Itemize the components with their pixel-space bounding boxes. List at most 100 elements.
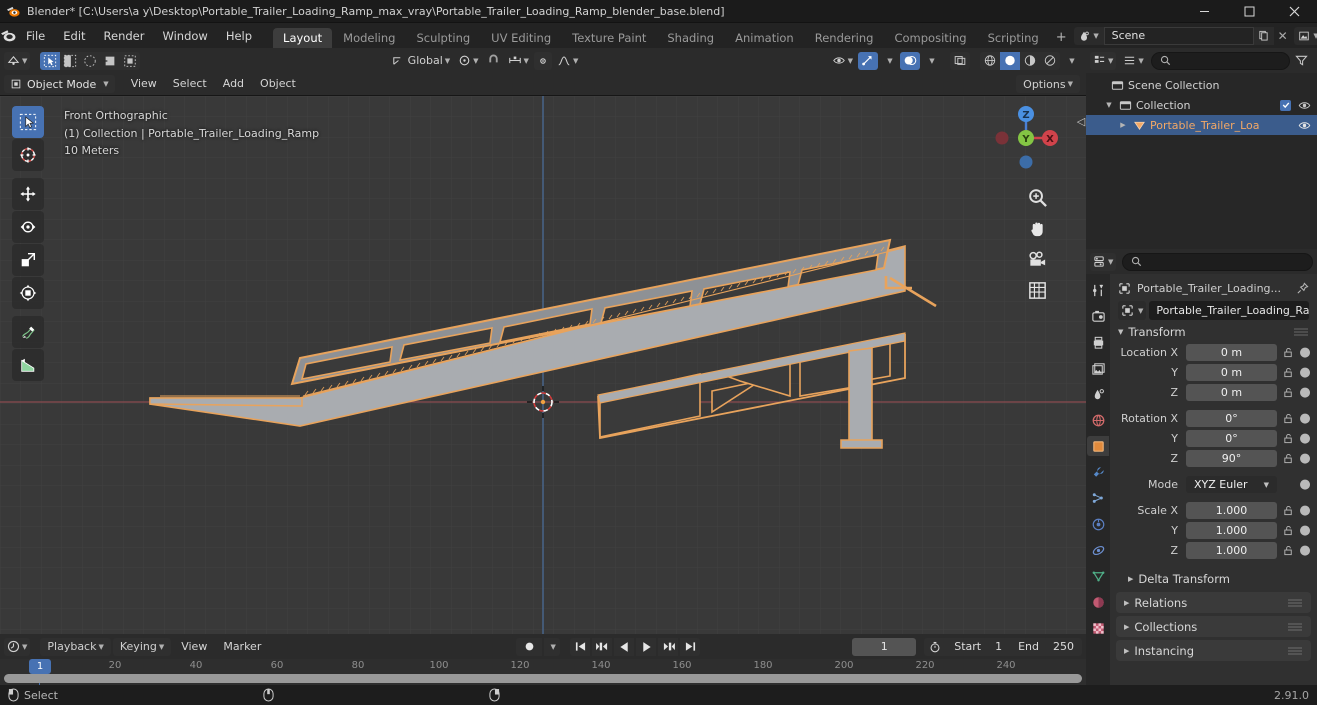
- properties-tab-material[interactable]: [1087, 592, 1109, 612]
- rotation-x-input[interactable]: 0°: [1186, 410, 1277, 427]
- sidebar-expand-arrow[interactable]: ◁: [1076, 110, 1086, 132]
- timeline-horizontal-scrollbar[interactable]: [4, 674, 1082, 683]
- lock-icon[interactable]: [1281, 413, 1295, 424]
- select-mode-tweak[interactable]: [40, 51, 61, 70]
- maximize-button[interactable]: [1227, 0, 1272, 23]
- outliner-editor-type-icon[interactable]: ▼: [1090, 51, 1117, 70]
- overlays-dropdown[interactable]: ▼: [922, 52, 940, 70]
- lock-icon[interactable]: [1281, 545, 1295, 556]
- menu-render[interactable]: Render: [95, 23, 154, 48]
- close-button[interactable]: [1272, 0, 1317, 23]
- outliner-filter-icon[interactable]: [1292, 52, 1311, 70]
- rotate-tool[interactable]: [12, 211, 44, 243]
- eye-icon[interactable]: [1298, 100, 1311, 111]
- properties-tab-tool[interactable]: [1087, 280, 1109, 300]
- tab-sculpting[interactable]: Sculpting: [406, 28, 480, 48]
- scale-z-input[interactable]: 1.000: [1186, 542, 1277, 559]
- menu-edit[interactable]: Edit: [54, 23, 94, 48]
- outliner-row-portable-trailer-loading-ramp[interactable]: ▶ Portable_Trailer_Loa: [1086, 115, 1317, 135]
- cursor-tool[interactable]: [12, 139, 44, 171]
- measure-tool[interactable]: [12, 349, 44, 381]
- scale-x-input[interactable]: 1.000: [1186, 502, 1277, 519]
- xray-toggle[interactable]: [950, 51, 970, 70]
- panel-collapse-triangle-icon[interactable]: ▼: [1118, 328, 1123, 336]
- select-mode-circle[interactable]: [80, 51, 101, 70]
- jump-to-next-keyframe-button[interactable]: [658, 637, 679, 656]
- 3d-viewport[interactable]: Front Orthographic (1) Collection | Port…: [0, 48, 1086, 634]
- properties-editor[interactable]: ▼ Portable_Trailer_Loading... ▼ Portable…: [1086, 249, 1317, 685]
- tab-animation[interactable]: Animation: [725, 28, 804, 48]
- properties-tab-scene[interactable]: [1087, 384, 1109, 404]
- use-preview-range-icon[interactable]: [924, 641, 946, 653]
- new-scene-button[interactable]: [1253, 26, 1274, 45]
- jump-to-start-button[interactable]: [570, 637, 591, 656]
- proportional-editing-toggle[interactable]: [533, 51, 552, 70]
- menu-help[interactable]: Help: [217, 23, 261, 48]
- timeline-menu-view[interactable]: View: [173, 636, 215, 658]
- properties-tab-physics[interactable]: [1087, 514, 1109, 534]
- timeline-playback-dropdown[interactable]: Playback ▼: [40, 637, 111, 656]
- panel-expand-triangle-icon[interactable]: ▶: [1124, 599, 1129, 607]
- lock-icon[interactable]: [1281, 387, 1295, 398]
- expand-triangle-icon[interactable]: ▶: [1116, 121, 1130, 129]
- collections-panel-header[interactable]: ▶ Collections: [1116, 616, 1311, 637]
- jump-to-previous-keyframe-button[interactable]: [592, 637, 613, 656]
- properties-tab-render[interactable]: [1087, 306, 1109, 326]
- menu-file[interactable]: File: [17, 23, 54, 48]
- eye-icon[interactable]: [1298, 120, 1311, 131]
- outliner-editor[interactable]: ▼ ▼ Scene Collection ▼ Collection ▶ Port…: [1086, 48, 1317, 249]
- end-frame-input[interactable]: End 250: [1010, 638, 1082, 656]
- rotation-mode-dropdown[interactable]: XYZ Euler ▼: [1186, 476, 1277, 493]
- tab-rendering[interactable]: Rendering: [805, 28, 884, 48]
- tab-scripting[interactable]: Scripting: [978, 28, 1049, 48]
- pin-icon[interactable]: [1296, 281, 1309, 295]
- object-mode-dropdown[interactable]: Object Mode ▼: [4, 75, 115, 93]
- gizmo-toggle[interactable]: [858, 51, 878, 70]
- transform-tool[interactable]: [12, 277, 44, 309]
- object-name-field[interactable]: Portable_Trailer_Loading_Ra...: [1149, 301, 1309, 320]
- timeline-menu-marker[interactable]: Marker: [215, 636, 269, 658]
- play-button[interactable]: [636, 637, 657, 656]
- pan-hand-icon[interactable]: [1026, 217, 1048, 239]
- auto-keying-toggle[interactable]: [516, 637, 543, 656]
- shading-dropdown[interactable]: ▼: [1062, 52, 1080, 70]
- navigation-gizmo[interactable]: Z X Y: [988, 100, 1064, 176]
- snap-magnet-toggle[interactable]: [484, 52, 503, 70]
- tab-shading[interactable]: Shading: [657, 28, 724, 48]
- timeline-ruler[interactable]: 20 40 60 80 100 120 140 160 180 200 220 …: [0, 659, 1086, 685]
- select-box-tool[interactable]: [12, 106, 44, 138]
- zoom-icon[interactable]: [1026, 186, 1048, 208]
- panel-expand-triangle-icon[interactable]: ▶: [1128, 575, 1133, 583]
- camera-icon[interactable]: [1026, 248, 1048, 270]
- instancing-panel-header[interactable]: ▶ Instancing: [1116, 640, 1311, 661]
- gizmo-dropdown[interactable]: ▼: [880, 52, 898, 70]
- annotate-tool[interactable]: [12, 316, 44, 348]
- lock-icon[interactable]: [1281, 367, 1295, 378]
- tab-layout[interactable]: Layout: [273, 28, 333, 48]
- location-x-input[interactable]: 0 m: [1186, 344, 1277, 361]
- properties-tab-particles[interactable]: [1087, 488, 1109, 508]
- editor-type-icon[interactable]: ▼: [4, 51, 31, 70]
- shading-wireframe[interactable]: [980, 51, 1000, 70]
- viewport-menu-add[interactable]: Add: [215, 73, 252, 95]
- select-mode-box[interactable]: [60, 51, 81, 70]
- timeline-editor-type-icon[interactable]: ▼: [4, 637, 31, 656]
- lock-icon[interactable]: [1281, 505, 1295, 516]
- checkbox-icon[interactable]: [1280, 99, 1291, 111]
- properties-tab-constraints[interactable]: [1087, 540, 1109, 560]
- scene-name-field[interactable]: Scene: [1103, 26, 1254, 45]
- overlays-toggle[interactable]: [900, 51, 920, 70]
- move-tool[interactable]: [12, 178, 44, 210]
- select-mode-lasso[interactable]: [100, 51, 121, 70]
- timeline-keying-dropdown[interactable]: Keying ▼: [112, 637, 172, 656]
- object-data-picker[interactable]: ▼: [1118, 301, 1147, 320]
- proportional-falloff-dropdown[interactable]: ▼: [554, 52, 581, 70]
- jump-to-end-button[interactable]: [680, 637, 701, 656]
- transform-panel-header[interactable]: ▼ Transform: [1110, 321, 1317, 342]
- panel-expand-triangle-icon[interactable]: ▶: [1124, 623, 1129, 631]
- select-mode-intersect[interactable]: [120, 51, 141, 70]
- transform-orientation-dropdown[interactable]: Global ▼: [388, 52, 453, 70]
- relations-panel-header[interactable]: ▶ Relations: [1116, 592, 1311, 613]
- timeline-editor[interactable]: ▼ Playback ▼ Keying ▼ View Marker ▼ 1 St…: [0, 634, 1086, 685]
- expand-triangle-icon[interactable]: ▼: [1102, 101, 1116, 109]
